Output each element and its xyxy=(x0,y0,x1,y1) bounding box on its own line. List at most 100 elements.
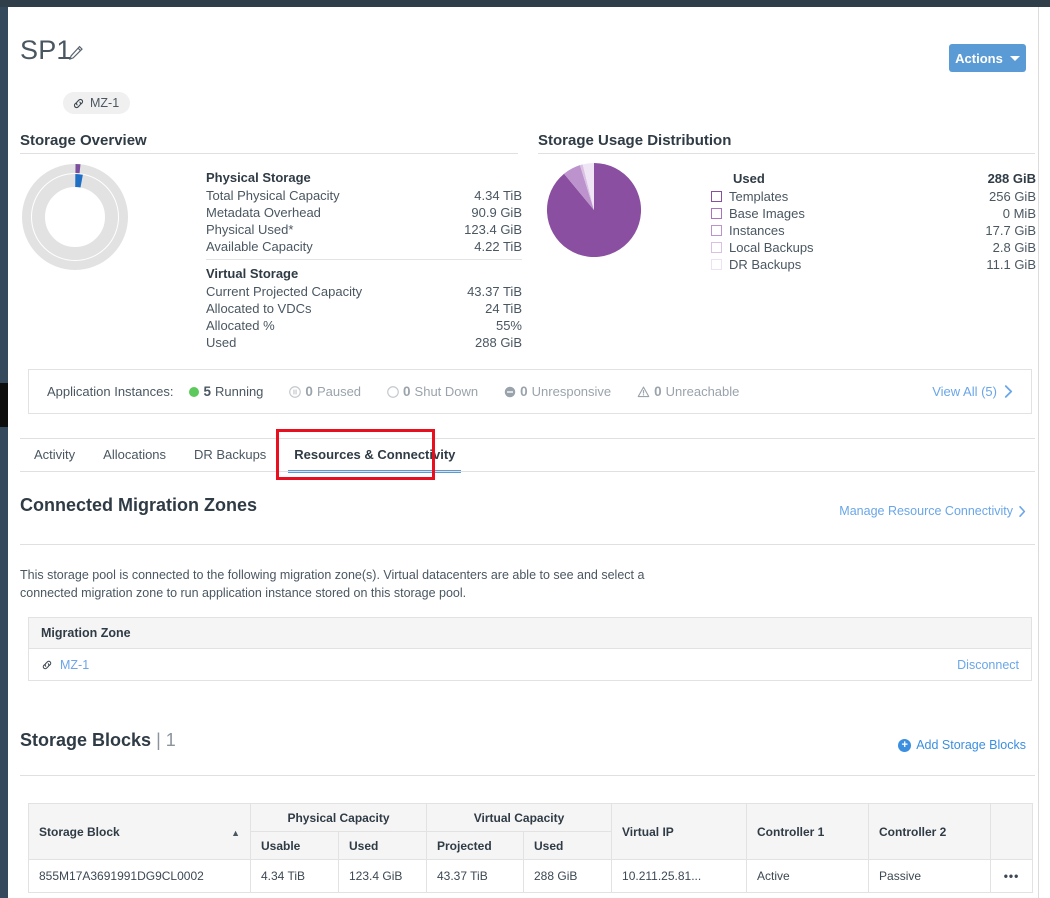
tab-activity[interactable]: Activity xyxy=(20,444,89,468)
table-row: Used 288 GiB xyxy=(206,334,522,351)
legend-total-value: 288 GiB xyxy=(987,171,1036,186)
virtual-storage-heading: Virtual Storage xyxy=(206,266,299,281)
row-label: Metadata Overhead xyxy=(206,205,321,220)
physical-storage-heading: Physical Storage xyxy=(206,170,311,185)
column-header-virtual-used[interactable]: Used xyxy=(522,831,613,860)
sort-ascending-icon: ▲ xyxy=(231,827,240,838)
legend-total-label: Used xyxy=(733,171,765,186)
column-header-virtual-projected[interactable]: Projected xyxy=(426,831,524,860)
migration-zones-table: Migration Zone MZ-1 Disconnect xyxy=(28,617,1032,681)
row-label: Physical Used* xyxy=(206,222,294,237)
row-value: 4.34 TiB xyxy=(474,188,522,203)
pencil-icon[interactable] xyxy=(68,45,84,61)
checkbox-dr-backups[interactable] xyxy=(711,259,722,270)
legend-item-local-backups[interactable]: Local Backups 2.8 GiB xyxy=(711,239,1036,256)
row-menu-button[interactable]: ••• xyxy=(990,859,1034,893)
checkbox-base-images[interactable] xyxy=(711,208,722,219)
row-value: 55% xyxy=(495,318,522,333)
actions-button-label: Actions xyxy=(955,50,1003,66)
manage-resource-connectivity-link[interactable]: Manage Resource Connectivity xyxy=(839,504,1026,518)
cell-storage-block: 855M17A3691991DG9CL0002 xyxy=(28,859,251,893)
row-label: Allocated to VDCs xyxy=(206,301,312,316)
storage-overview-donut-chart xyxy=(22,164,128,270)
column-header-controller-1[interactable]: Controller 1 xyxy=(746,803,870,860)
tab-resources-and-connectivity[interactable]: Resources & Connectivity xyxy=(280,444,469,473)
row-value: 4.22 TiB xyxy=(474,239,522,254)
stat-label: Shut Down xyxy=(414,384,479,399)
table-group-header-row: Storage Block ▲ Physical Capacity Virtua… xyxy=(28,803,1034,860)
instance-stat-running[interactable]: 5 Running xyxy=(189,384,263,399)
column-header-controller-2[interactable]: Controller 2 xyxy=(868,803,992,860)
usage-distribution-heading: Storage Usage Distribution xyxy=(538,132,732,149)
legend-label: Templates xyxy=(729,189,789,204)
legend-value: 0 MiB xyxy=(1002,206,1036,221)
column-header-physical-used[interactable]: Used xyxy=(338,831,427,860)
chevron-right-icon xyxy=(1019,505,1026,517)
instance-stat-shut-down[interactable]: 0 Shut Down xyxy=(387,384,478,399)
migration-zone-link[interactable]: MZ-1 xyxy=(41,658,89,672)
legend-item-base-images[interactable]: Base Images 0 MiB xyxy=(711,205,1036,222)
view-all-instances-link[interactable]: View All (5) xyxy=(932,384,1013,399)
cell-controller-1: Active xyxy=(746,859,870,893)
legend-item-dr-backups[interactable]: DR Backups 11.1 GiB xyxy=(711,256,1036,273)
column-label: Storage Block xyxy=(39,824,120,839)
table-row: Allocated % 55% xyxy=(206,317,522,334)
row-value: 24 TiB xyxy=(485,301,522,316)
row-value: 90.9 GiB xyxy=(471,205,522,220)
cell-controller-2: Passive xyxy=(868,859,992,893)
cell-physical-usable: 4.34 TiB xyxy=(250,859,339,893)
migration-zone-badge-label: MZ-1 xyxy=(90,96,120,110)
legend-item-instances[interactable]: Instances 17.7 GiB xyxy=(711,222,1036,239)
row-label: Available Capacity xyxy=(206,239,313,254)
instance-stat-paused[interactable]: 0 Paused xyxy=(289,384,361,399)
plus-circle-icon: + xyxy=(898,738,912,752)
migration-zone-badge[interactable]: MZ-1 xyxy=(63,92,131,114)
pause-circle-icon xyxy=(289,385,302,398)
add-storage-blocks-button[interactable]: + Add Storage Blocks xyxy=(898,738,1026,752)
legend-value: 11.1 GiB xyxy=(986,257,1036,272)
instance-stat-unresponsive[interactable]: 0 Unresponsive xyxy=(504,384,611,399)
connected-migration-zones-heading: Connected Migration Zones xyxy=(20,495,258,515)
row-label: Total Physical Capacity xyxy=(206,188,340,203)
row-label: Used xyxy=(206,335,237,350)
legend-item-templates[interactable]: Templates 256 GiB xyxy=(711,188,1036,205)
migration-zones-description: This storage pool is connected to the fo… xyxy=(20,568,645,600)
actions-button[interactable]: Actions xyxy=(949,44,1026,72)
storage-blocks-separator: | xyxy=(156,730,161,750)
checkbox-instances[interactable] xyxy=(711,225,722,236)
column-header-actions xyxy=(990,803,1034,860)
stat-count: 0 xyxy=(654,384,662,399)
tab-allocations[interactable]: Allocations xyxy=(89,444,180,468)
row-label: Allocated % xyxy=(206,318,275,333)
disconnect-button[interactable]: Disconnect xyxy=(957,658,1019,672)
legend-value: 256 GiB xyxy=(989,189,1036,204)
stat-label: Unreachable xyxy=(665,384,740,399)
filled-circle-icon xyxy=(189,386,200,397)
stat-label: Unresponsive xyxy=(531,384,612,399)
usage-distribution-rule xyxy=(538,153,1035,154)
instance-stat-unreachable[interactable]: 0 Unreachable xyxy=(637,384,739,399)
chevron-right-icon xyxy=(1004,385,1013,398)
cell-virtual-ip: 10.211.25.81... xyxy=(611,859,748,893)
view-all-label: View All (5) xyxy=(932,384,997,399)
column-header-storage-block[interactable]: Storage Block ▲ xyxy=(28,803,251,860)
column-header-physical-usable[interactable]: Usable xyxy=(250,831,339,860)
tab-bar: Activity Allocations DR Backups Resource… xyxy=(20,444,469,473)
top-bar xyxy=(0,0,1050,7)
column-header-virtual-ip[interactable]: Virtual IP xyxy=(611,803,748,860)
stat-count: 0 xyxy=(403,384,411,399)
table-row: Physical Used* 123.4 GiB xyxy=(206,221,522,238)
row-label: Current Projected Capacity xyxy=(206,284,363,299)
checkbox-local-backups[interactable] xyxy=(711,242,722,253)
right-divider xyxy=(1038,7,1039,898)
storage-overview-rule xyxy=(20,153,518,154)
link-icon xyxy=(73,98,84,108)
table-row[interactable]: 855M17A3691991DG9CL0002 4.34 TiB 123.4 G… xyxy=(28,859,1034,893)
table-row: Current Projected Capacity 43.37 TiB xyxy=(206,283,522,300)
row-value: 43.37 TiB xyxy=(467,284,522,299)
tab-dr-backups[interactable]: DR Backups xyxy=(180,444,280,468)
checkbox-templates[interactable] xyxy=(711,191,722,202)
table-row: Total Physical Capacity 4.34 TiB xyxy=(206,187,522,204)
row-value: 288 GiB xyxy=(475,335,522,350)
add-storage-blocks-label: Add Storage Blocks xyxy=(916,738,1026,752)
